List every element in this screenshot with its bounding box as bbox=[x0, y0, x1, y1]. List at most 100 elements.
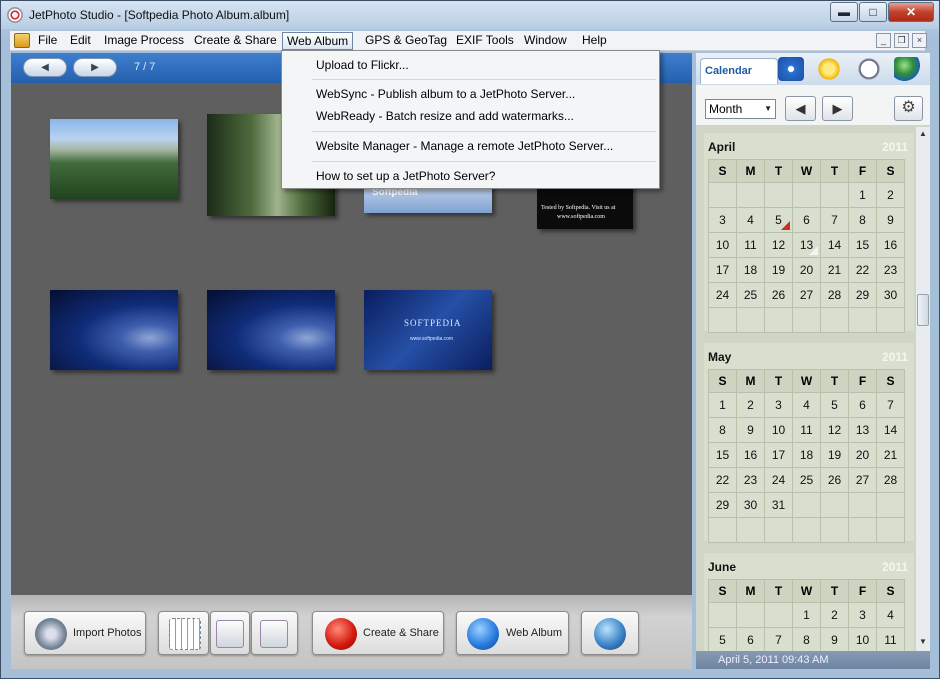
day-cell[interactable] bbox=[764, 517, 793, 543]
day-cell[interactable]: 6 bbox=[848, 392, 877, 418]
day-cell[interactable]: 16 bbox=[736, 442, 765, 468]
day-cell[interactable]: 11 bbox=[876, 627, 905, 653]
album-menu-icon[interactable] bbox=[14, 33, 30, 48]
day-cell[interactable]: 9 bbox=[876, 207, 905, 233]
day-cell[interactable] bbox=[792, 492, 821, 518]
day-cell[interactable]: 18 bbox=[792, 442, 821, 468]
day-cell[interactable]: 19 bbox=[764, 257, 793, 283]
menu-gps-geotag[interactable]: GPS & GeoTag bbox=[361, 32, 451, 50]
scroll-down-icon[interactable]: ▼ bbox=[919, 637, 927, 646]
mdi-minimize-button[interactable]: _ bbox=[876, 33, 891, 48]
calendar-scrollbar[interactable]: ▲ ▼ bbox=[916, 127, 930, 651]
day-cell[interactable] bbox=[764, 602, 793, 628]
photo-thumbnail[interactable]: SOFTPEDIA www.softpedia.com bbox=[364, 290, 492, 370]
day-cell[interactable]: 25 bbox=[792, 467, 821, 493]
photo-thumbnail[interactable] bbox=[207, 290, 335, 370]
day-cell[interactable] bbox=[792, 182, 821, 208]
day-cell[interactable]: 2 bbox=[876, 182, 905, 208]
day-cell[interactable]: 5 bbox=[820, 392, 849, 418]
day-cell[interactable]: 27 bbox=[848, 467, 877, 493]
photo-thumbnail[interactable] bbox=[50, 290, 178, 370]
menu-image-process[interactable]: Image Process bbox=[100, 32, 188, 50]
day-cell[interactable]: 2 bbox=[820, 602, 849, 628]
day-cell[interactable]: 14 bbox=[876, 417, 905, 443]
website-manager-item[interactable]: Website Manager - Manage a remote JetPho… bbox=[316, 139, 613, 153]
day-cell[interactable] bbox=[708, 602, 737, 628]
day-cell[interactable] bbox=[764, 307, 793, 333]
rotate-left-button[interactable] bbox=[210, 611, 250, 655]
day-cell[interactable] bbox=[736, 602, 765, 628]
day-cell[interactable]: 20 bbox=[848, 442, 877, 468]
menu-web-album[interactable]: Web Album bbox=[282, 32, 354, 50]
web-album-button[interactable]: Web Album bbox=[456, 611, 569, 655]
day-cell[interactable]: 4 bbox=[792, 392, 821, 418]
day-cell[interactable]: 2 bbox=[736, 392, 765, 418]
calendar-next-button[interactable]: ▶ bbox=[822, 96, 853, 121]
day-cell[interactable]: 17 bbox=[708, 257, 737, 283]
day-cell[interactable]: 1 bbox=[792, 602, 821, 628]
day-cell[interactable]: 17 bbox=[764, 442, 793, 468]
day-cell[interactable] bbox=[820, 492, 849, 518]
rotate-right-button[interactable] bbox=[251, 611, 298, 655]
day-cell[interactable] bbox=[820, 307, 849, 333]
day-cell[interactable]: 27 bbox=[792, 282, 821, 308]
google-earth-button[interactable] bbox=[581, 611, 639, 655]
day-cell[interactable]: 24 bbox=[708, 282, 737, 308]
clock-icon[interactable] bbox=[856, 57, 882, 81]
menu-edit[interactable]: Edit bbox=[66, 32, 95, 50]
day-cell[interactable]: 26 bbox=[764, 282, 793, 308]
upload-to-flickr-item[interactable]: Upload to Flickr... bbox=[316, 58, 409, 72]
day-cell[interactable]: 9 bbox=[736, 417, 765, 443]
calendar-view-select[interactable]: Month ▼ bbox=[705, 99, 776, 119]
day-cell[interactable] bbox=[820, 517, 849, 543]
day-cell[interactable]: 30 bbox=[736, 492, 765, 518]
day-cell-marked[interactable]: 13 bbox=[792, 232, 821, 258]
day-cell[interactable] bbox=[848, 517, 877, 543]
day-cell[interactable]: 6 bbox=[792, 207, 821, 233]
day-cell[interactable]: 11 bbox=[736, 232, 765, 258]
day-cell[interactable]: 3 bbox=[848, 602, 877, 628]
menu-exif-tools[interactable]: EXIF Tools bbox=[452, 32, 518, 50]
webready-item[interactable]: WebReady - Batch resize and add watermar… bbox=[316, 109, 574, 123]
create-share-button[interactable]: Create & Share bbox=[312, 611, 444, 655]
gear-icon[interactable]: ⚙ bbox=[894, 96, 923, 121]
minimize-button[interactable]: ▬ bbox=[830, 2, 858, 22]
websync-item[interactable]: WebSync - Publish album to a JetPhoto Se… bbox=[316, 87, 575, 101]
menu-create-share[interactable]: Create & Share bbox=[190, 32, 281, 50]
day-cell[interactable]: 25 bbox=[736, 282, 765, 308]
tab-calendar[interactable]: Calendar bbox=[700, 58, 778, 84]
mdi-restore-button[interactable]: ❐ bbox=[894, 33, 909, 48]
prev-photo-button[interactable]: ◀ bbox=[23, 58, 67, 77]
day-cell[interactable]: 1 bbox=[708, 392, 737, 418]
day-cell[interactable] bbox=[876, 307, 905, 333]
jetphoto-server-help-item[interactable]: How to set up a JetPhoto Server? bbox=[316, 169, 495, 183]
day-cell[interactable]: 1 bbox=[848, 182, 877, 208]
day-cell[interactable]: 4 bbox=[736, 207, 765, 233]
day-cell[interactable] bbox=[848, 492, 877, 518]
photo-thumbnail[interactable] bbox=[50, 119, 178, 199]
day-cell[interactable] bbox=[876, 492, 905, 518]
day-cell[interactable]: 29 bbox=[848, 282, 877, 308]
sort-photos-button[interactable] bbox=[158, 611, 209, 655]
day-cell[interactable]: 15 bbox=[848, 232, 877, 258]
day-cell[interactable]: 10 bbox=[764, 417, 793, 443]
day-cell[interactable]: 7 bbox=[876, 392, 905, 418]
day-cell[interactable]: 26 bbox=[820, 467, 849, 493]
day-cell[interactable] bbox=[708, 517, 737, 543]
day-cell[interactable] bbox=[876, 517, 905, 543]
day-cell[interactable] bbox=[792, 307, 821, 333]
day-cell[interactable]: 19 bbox=[820, 442, 849, 468]
menu-window[interactable]: Window bbox=[520, 32, 571, 50]
day-cell[interactable]: 8 bbox=[792, 627, 821, 653]
day-cell[interactable]: 20 bbox=[792, 257, 821, 283]
next-photo-button[interactable]: ▶ bbox=[73, 58, 117, 77]
menu-file[interactable]: File bbox=[34, 32, 61, 50]
day-cell[interactable]: 23 bbox=[876, 257, 905, 283]
day-cell[interactable]: 16 bbox=[876, 232, 905, 258]
day-cell[interactable]: 9 bbox=[820, 627, 849, 653]
day-cell[interactable]: 21 bbox=[820, 257, 849, 283]
day-cell[interactable]: 7 bbox=[820, 207, 849, 233]
day-cell[interactable]: 4 bbox=[876, 602, 905, 628]
scroll-up-icon[interactable]: ▲ bbox=[919, 129, 927, 138]
scrollbar-thumb[interactable] bbox=[917, 294, 929, 326]
